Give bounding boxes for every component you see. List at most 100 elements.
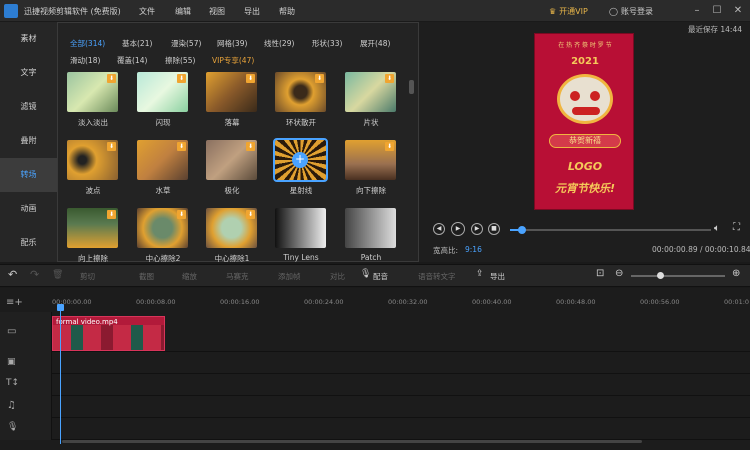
download-icon[interactable]: ⬇ xyxy=(246,142,255,151)
seek-bar[interactable] xyxy=(510,229,711,231)
seek-handle[interactable] xyxy=(518,226,527,234)
menu-file[interactable]: 文件 xyxy=(139,6,155,17)
zoom-slider[interactable] xyxy=(631,275,725,277)
music-track xyxy=(0,396,750,418)
transition-thumb-polar[interactable]: ⬇ xyxy=(206,140,257,180)
compare-button[interactable]: 对比 xyxy=(330,271,345,282)
tab-grid[interactable]: 网格(39) xyxy=(217,38,247,49)
download-icon[interactable]: ⬇ xyxy=(177,210,186,219)
tab-linear[interactable]: 线性(29) xyxy=(264,38,294,49)
poster-banner: 恭贺新禧 xyxy=(549,134,621,148)
download-icon[interactable]: ⬇ xyxy=(385,74,394,83)
zoom-in-icon[interactable]: ⊕ xyxy=(732,268,740,279)
tab-expand[interactable]: 展开(48) xyxy=(360,38,390,49)
menu-view[interactable]: 视图 xyxy=(209,6,225,17)
mosaic-button[interactable]: 马赛克 xyxy=(226,271,249,282)
add-transition-icon[interactable]: + xyxy=(292,152,308,168)
tab-slide[interactable]: 滑动(18) xyxy=(70,55,100,66)
download-icon[interactable]: ⬇ xyxy=(107,210,116,219)
tab-vip[interactable]: VIP专享(47) xyxy=(212,55,254,66)
minimize-icon[interactable]: – xyxy=(690,4,704,18)
user-icon: ◯ xyxy=(609,6,618,16)
login-button[interactable]: ◯ 账号登录 xyxy=(609,3,653,19)
fit-icon[interactable]: ⊡ xyxy=(596,268,604,279)
transition-thumb-fade[interactable]: ⬇ xyxy=(67,72,118,112)
next-frame-button[interactable]: ▶ xyxy=(471,223,483,235)
add-track-icon[interactable]: ≡+ xyxy=(6,297,23,308)
nav-item-transition[interactable]: 转场 xyxy=(0,158,57,192)
tab-cover[interactable]: 覆盖(14) xyxy=(117,55,147,66)
download-icon[interactable]: ⬇ xyxy=(177,74,186,83)
transition-thumb-lens[interactable] xyxy=(275,208,326,248)
transition-label: 极化 xyxy=(224,186,240,195)
tab-wipe[interactable]: 擦除(55) xyxy=(165,55,195,66)
transition-thumb-star[interactable]: + xyxy=(273,138,328,182)
transition-thumb-shard[interactable]: ⬇ xyxy=(345,72,396,112)
transition-thumb-wipeup[interactable]: ⬇ xyxy=(67,208,118,248)
nav-item-material[interactable]: 素材 xyxy=(0,22,57,56)
nav-item-overlay[interactable]: 叠附 xyxy=(0,124,57,158)
transition-thumb-center2[interactable]: ⬇ xyxy=(137,208,188,248)
transition-thumb-curtain[interactable]: ⬇ xyxy=(206,72,257,112)
transition-label: 波点 xyxy=(85,186,101,195)
text-track xyxy=(0,374,750,396)
download-icon[interactable]: ⬇ xyxy=(107,142,116,151)
nav-item-animation[interactable]: 动画 xyxy=(0,192,57,226)
add-frame-button[interactable]: 添加帧 xyxy=(278,271,301,282)
tab-basic[interactable]: 基本(21) xyxy=(122,38,152,49)
panel-scrollbar[interactable] xyxy=(409,80,414,94)
tab-shape[interactable]: 形状(33) xyxy=(312,38,342,49)
download-icon[interactable]: ⬇ xyxy=(315,74,324,83)
menu-export[interactable]: 导出 xyxy=(244,6,260,17)
vip-label: 开通VIP xyxy=(559,6,588,16)
transition-thumb-patch[interactable] xyxy=(345,208,396,248)
maximize-icon[interactable]: ☐ xyxy=(710,4,724,18)
export-button[interactable]: 导出 xyxy=(490,271,505,282)
menu-help[interactable]: 帮助 xyxy=(279,6,295,17)
aspect-ratio-value[interactable]: 9:16 xyxy=(465,245,482,254)
redo-icon[interactable]: ↷ xyxy=(30,268,39,281)
play-button[interactable]: ▶ xyxy=(451,222,465,236)
transition-thumb-center1[interactable]: ⬇ xyxy=(206,208,257,248)
music-note-icon: ♫ xyxy=(7,400,16,411)
tab-diffuse[interactable]: 漫染(57) xyxy=(171,38,201,49)
tab-all[interactable]: 全部(314) xyxy=(70,38,105,49)
screenshot-button[interactable]: 截图 xyxy=(139,271,154,282)
playhead[interactable] xyxy=(60,309,61,444)
zoom-slider-handle[interactable] xyxy=(657,272,664,279)
crown-icon: ♛ xyxy=(549,6,557,16)
playhead-handle[interactable] xyxy=(57,304,64,311)
nav-item-music[interactable]: 配乐 xyxy=(0,226,57,260)
delete-icon[interactable]: 🗑︎ xyxy=(52,270,63,280)
download-icon[interactable]: ⬇ xyxy=(246,74,255,83)
nav-item-filter[interactable]: 滤镜 xyxy=(0,90,57,124)
prev-frame-button[interactable]: ◀ xyxy=(433,223,445,235)
cut-button[interactable]: 剪切 xyxy=(80,271,95,282)
undo-icon[interactable]: ↶ xyxy=(8,268,17,281)
timeline-scrollbar[interactable] xyxy=(62,440,642,443)
download-icon[interactable]: ⬇ xyxy=(107,74,116,83)
close-icon[interactable]: ✕ xyxy=(731,4,745,18)
transition-thumb-grass[interactable]: ⬇ xyxy=(137,140,188,180)
voiceover-button[interactable]: 配音 xyxy=(373,271,388,282)
transition-thumb-ring[interactable]: ⬇ xyxy=(275,72,326,112)
download-icon[interactable]: ⬇ xyxy=(385,142,394,151)
stop-button[interactable]: ■ xyxy=(488,223,500,235)
zoom-button[interactable]: 缩放 xyxy=(182,271,197,282)
menu-edit[interactable]: 编辑 xyxy=(175,6,191,17)
download-icon[interactable]: ⬇ xyxy=(246,210,255,219)
transition-thumb-dots[interactable]: ⬇ xyxy=(67,140,118,180)
nav-item-text[interactable]: 文字 xyxy=(0,56,57,90)
pip-track-header: ▣ xyxy=(0,352,52,374)
transition-thumb-wipedown[interactable]: ⬇ xyxy=(345,140,396,180)
zoom-out-icon[interactable]: ⊖ xyxy=(615,268,623,279)
text-track-icon: T↕ xyxy=(6,378,20,388)
app-logo-icon xyxy=(4,4,18,18)
transition-thumb-flash[interactable]: ⬇ xyxy=(137,72,188,112)
fullscreen-icon[interactable]: ⛶ xyxy=(733,222,740,233)
vip-button[interactable]: ♛ 开通VIP xyxy=(549,3,588,19)
speech-to-text-button[interactable]: 语音转文字 xyxy=(418,271,456,282)
download-icon[interactable]: ⬇ xyxy=(177,142,186,151)
volume-icon[interactable]: 🔈︎ xyxy=(714,223,720,234)
login-label: 账号登录 xyxy=(620,6,653,16)
